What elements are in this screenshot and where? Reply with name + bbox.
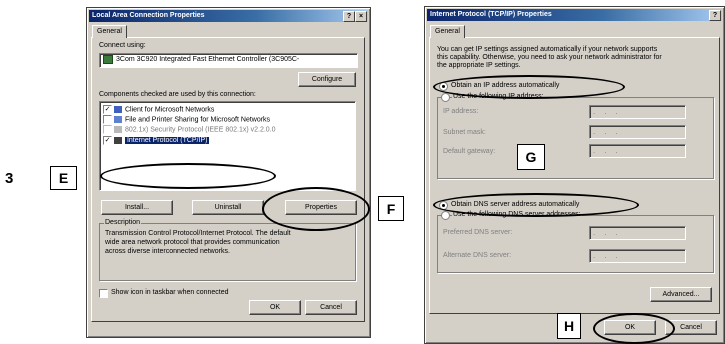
sharing-icon [113,116,122,123]
cancel-button[interactable]: Cancel [305,300,357,315]
callout-h: H [557,313,581,339]
callout-g: G [517,144,545,170]
alternate-dns-field[interactable]: ... [589,249,686,263]
highlight-ellipse-tcpip [100,163,276,189]
protocol-icon [113,137,122,144]
component-label: Client for Microsoft Networks [124,106,215,114]
show-icon-label: Show icon in taskbar when connected [111,289,229,296]
ok-button[interactable]: OK [249,300,301,315]
component-item[interactable]: File and Printer Sharing for Microsoft N… [103,115,270,124]
description-line-3: across diverse interconnected networks. [105,248,230,255]
tcpip-properties-dialog: Internet Protocol (TCP/IP) Properties ? … [424,6,725,344]
default-gateway-label: Default gateway: [443,148,496,155]
configure-button[interactable]: Configure [298,72,356,87]
show-icon-checkbox[interactable] [99,289,108,298]
step-number: 3 [5,170,14,187]
preferred-dns-label: Preferred DNS server: [443,229,513,236]
ip-address-field[interactable]: ... [589,105,686,119]
network-adapter-icon [103,54,113,64]
component-item[interactable]: 802.1x) Security Protocol (IEEE 802.1x) … [103,125,276,134]
close-button[interactable]: × [355,11,367,22]
highlight-ellipse-obtain-ip [433,75,625,99]
ip-address-label: IP address: [443,108,479,115]
intro-line-1: You can get IP settings assigned automat… [437,46,658,53]
component-label: File and Printer Sharing for Microsoft N… [124,116,271,124]
highlight-ellipse-properties [262,187,370,231]
intro-line-2: this capability. Otherwise, you need to … [437,54,662,61]
callout-e: E [50,166,77,190]
adapter-field: 3Com 3C920 Integrated Fast Ethernet Cont… [99,53,358,68]
tcpip-title-bar: Internet Protocol (TCP/IP) Properties ? [427,9,722,21]
alternate-dns-label: Alternate DNS server: [443,252,512,259]
default-gateway-field[interactable]: ... [589,144,686,158]
connect-using-label: Connect using: [99,42,146,49]
help-button[interactable]: ? [343,11,355,22]
component-label: 802.1x) Security Protocol (IEEE 802.1x) … [124,126,276,134]
callout-f: F [378,196,404,221]
highlight-ellipse-obtain-dns [433,193,639,217]
tcpip-dialog-title: Internet Protocol (TCP/IP) Properties [430,11,552,18]
use-ip-radio[interactable] [441,93,450,102]
install-button[interactable]: Install... [101,200,173,215]
lan-dialog-title: Local Area Connection Properties [92,12,205,19]
component-label: Internet Protocol (TCP/IP) [124,137,210,145]
use-dns-radio[interactable] [441,211,450,220]
advanced-button[interactable]: Advanced... [650,287,712,302]
tab-general[interactable]: General [92,25,127,38]
checkbox-tcpip[interactable]: ✓ [103,136,112,145]
intro-line-3: the appropriate IP settings. [437,62,521,69]
description-line-1: Transmission Control Protocol/Internet P… [105,230,291,237]
lan-title-bar: Local Area Connection Properties ? × [89,10,368,22]
uninstall-button[interactable]: Uninstall [192,200,264,215]
help-button[interactable]: ? [709,10,721,21]
client-icon [113,106,122,113]
description-label: Description [104,219,142,226]
preferred-dns-field[interactable]: ... [589,226,686,240]
components-label: Components checked are used by this conn… [99,91,256,98]
component-item-tcpip[interactable]: ✓ Internet Protocol (TCP/IP) [103,136,210,145]
tab-general[interactable]: General [430,25,465,38]
checkbox-file-sharing[interactable] [103,115,112,124]
protocol-icon [113,126,122,133]
checkbox-8021x[interactable] [103,125,112,134]
subnet-mask-label: Subnet mask: [443,129,486,136]
highlight-ellipse-ok [593,313,675,344]
checkbox-client[interactable]: ✓ [103,105,112,114]
description-line-2: wide area network protocol that provides… [105,239,280,246]
static-dns-group [437,215,714,273]
component-item[interactable]: ✓ Client for Microsoft Networks [103,105,214,114]
subnet-mask-field[interactable]: ... [589,125,686,139]
adapter-name: 3Com 3C920 Integrated Fast Ethernet Cont… [116,56,300,63]
